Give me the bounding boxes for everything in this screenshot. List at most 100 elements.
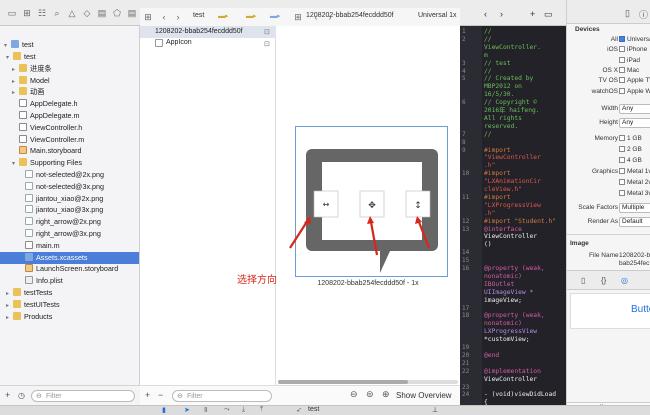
graphics-checkbox[interactable]: Metal 1v2 <box>619 168 650 175</box>
test-icon[interactable]: ◇ <box>81 8 93 18</box>
nav-group[interactable]: ▾ Supporting Files <box>12 157 82 169</box>
folder-icon: ▬▸ <box>246 13 257 20</box>
device-checkbox[interactable]: Apple Watch <box>619 87 650 95</box>
nav-group[interactable]: ▸ 进度条 <box>12 63 52 75</box>
debug-icon[interactable]: ▤ <box>96 8 108 18</box>
code-editor[interactable]: 1234567891011121314151617181920212223242… <box>460 26 566 405</box>
device-value: Apple Watch <box>627 87 650 95</box>
height-select[interactable]: Any <box>619 118 650 128</box>
nav-file[interactable]: jiantou_xiao@2x.png <box>18 193 103 205</box>
source-control-icon[interactable]: ⊞ <box>21 8 33 18</box>
settings-icon[interactable]: ⊡ <box>264 40 270 48</box>
zoom-reset-icon[interactable]: ⊜ <box>366 389 374 400</box>
warning-icon[interactable]: △ <box>66 8 78 18</box>
object-library-icon[interactable]: ◎ <box>621 276 628 285</box>
nav-group[interactable]: ▾ test <box>6 51 36 63</box>
graphics-checkbox[interactable]: Metal 3v1 <box>619 190 650 197</box>
remove-icon[interactable]: − <box>158 390 163 400</box>
disclosure-icon[interactable]: ▸ <box>6 312 13 324</box>
nav-file[interactable]: main.m <box>18 240 60 252</box>
render-as-select[interactable]: Default <box>619 217 650 227</box>
memory-checkbox[interactable]: 1 GB <box>619 135 642 142</box>
library-item-button[interactable]: Button <box>570 293 650 329</box>
line-number: 20 <box>462 351 470 359</box>
horizontal-scrollbar[interactable] <box>278 380 458 384</box>
add-editor-icon[interactable]: + <box>530 9 535 19</box>
symbol-icon[interactable]: ☷ <box>36 8 48 18</box>
zoom-out-icon[interactable]: ⊖ <box>350 389 358 400</box>
settings-icon[interactable]: ⊡ <box>264 28 270 36</box>
nav-group[interactable]: ▸ testUITests <box>6 299 60 311</box>
code-line: // <box>484 28 492 35</box>
nav-file[interactable]: jiantou_xiao@3x.png <box>18 204 103 216</box>
nav-file[interactable]: ViewController.h <box>12 122 82 134</box>
back-icon[interactable]: ‹ <box>158 12 170 22</box>
report-icon[interactable]: ▤ <box>126 8 138 18</box>
nav-file[interactable]: right_arrow@3x.png <box>18 228 101 240</box>
nav-file[interactable]: ViewController.m <box>12 134 84 146</box>
file-inspector-icon[interactable]: ▯ <box>625 8 630 19</box>
width-select[interactable]: Any <box>619 104 650 114</box>
nav-group[interactable]: ▸ testTests <box>6 287 52 299</box>
breadcrumb-scale[interactable]: Universal 1x <box>418 12 457 19</box>
breadcrumb-project[interactable]: test <box>193 12 204 19</box>
search-icon[interactable]: ⌕ <box>51 8 63 18</box>
nav-root[interactable]: ▾ test <box>4 39 34 51</box>
device-checkbox[interactable]: Universal <box>619 36 650 43</box>
memory-checkbox[interactable]: 2 GB <box>619 146 642 153</box>
help-icon[interactable]: ⓘ <box>639 8 648 21</box>
asset-catalog-list: 1208202-bbab254fecddd50f AppIcon ⊡ ⊡ + −… <box>140 26 276 405</box>
step-in-icon[interactable]: ⤓ <box>242 406 245 414</box>
location-icon[interactable]: ➶ <box>296 406 302 414</box>
show-overview-button[interactable]: Show Overview <box>396 391 452 400</box>
nav-file[interactable]: AppDelegate.m <box>12 110 80 122</box>
nav-file[interactable]: Info.plist <box>18 275 63 287</box>
step-out-icon[interactable]: ⤒ <box>260 406 263 414</box>
nav-item-label: Info.plist <box>36 276 63 286</box>
filter-field[interactable]: ⊖ Filter <box>31 390 135 402</box>
catalog-filter-field[interactable]: ⊖ Filter <box>172 390 272 402</box>
pause-icon[interactable]: Ⅱ <box>204 406 207 414</box>
nav-group[interactable]: ▸ 动画 <box>12 86 44 98</box>
device-checkbox[interactable]: iPad <box>619 56 640 64</box>
nav-item-label: not-selected@2x.png <box>36 170 105 179</box>
catalog-item-selected[interactable]: 1208202-bbab254fecddd50f <box>140 26 276 38</box>
grid-icon[interactable]: ⊞ <box>142 12 154 22</box>
history-icon[interactable]: ◷ <box>18 391 25 400</box>
file-icon <box>19 111 27 119</box>
nav-file[interactable]: Main.storyboard <box>12 145 82 157</box>
breadcrumb-asset[interactable]: 1208202-bbab254fecddd50f <box>306 12 394 19</box>
graphics-checkbox[interactable]: Metal 2v2 <box>619 179 650 186</box>
nav-group[interactable]: ▸ Products <box>6 311 52 323</box>
forward-icon[interactable]: › <box>500 9 503 19</box>
file-template-icon[interactable]: ▯ <box>581 276 585 285</box>
breakpoints-icon[interactable]: ➤ <box>184 406 190 414</box>
zoom-in-icon[interactable]: ⊕ <box>382 389 390 400</box>
nav-file[interactable]: LaunchScreen.storyboard <box>18 263 118 275</box>
add-icon[interactable]: + <box>145 390 150 400</box>
memory-checkbox[interactable]: 4 GB <box>619 157 642 164</box>
grid-icon[interactable]: ⊞ <box>292 12 304 22</box>
device-checkbox[interactable]: Apple TV <box>619 77 650 84</box>
pin-icon[interactable]: ⊥ <box>432 406 438 414</box>
nav-group[interactable]: ▸ Model <box>12 75 50 87</box>
device-checkbox[interactable]: iPhone <box>619 46 647 53</box>
code-line: @interface <box>484 225 522 233</box>
forward-icon[interactable]: › <box>172 12 184 22</box>
nav-file[interactable]: AppDelegate.h <box>12 98 78 110</box>
debug-toggle-icon[interactable]: ▮ <box>162 406 166 414</box>
add-icon[interactable]: + <box>5 390 10 400</box>
split-editor-icon[interactable]: ▭ <box>544 9 553 20</box>
nav-file[interactable]: right_arrow@2x.png <box>18 216 101 228</box>
nav-file[interactable]: not-selected@3x.png <box>18 181 104 193</box>
device-checkbox[interactable]: Mac <box>619 66 639 74</box>
nav-file[interactable]: Assets.xcassets <box>0 251 139 264</box>
code-snippet-icon[interactable]: {} <box>601 276 606 285</box>
step-over-icon[interactable]: ⤳ <box>224 406 230 414</box>
nav-file[interactable]: not-selected@2x.png <box>18 169 104 181</box>
back-icon[interactable]: ‹ <box>484 9 487 19</box>
folder-icon[interactable]: ▭ <box>6 8 18 18</box>
line-number: 14 <box>462 249 470 257</box>
breakpoint-icon[interactable]: ⬠ <box>111 8 123 18</box>
scale-factors-select[interactable]: Multiple <box>619 203 650 213</box>
